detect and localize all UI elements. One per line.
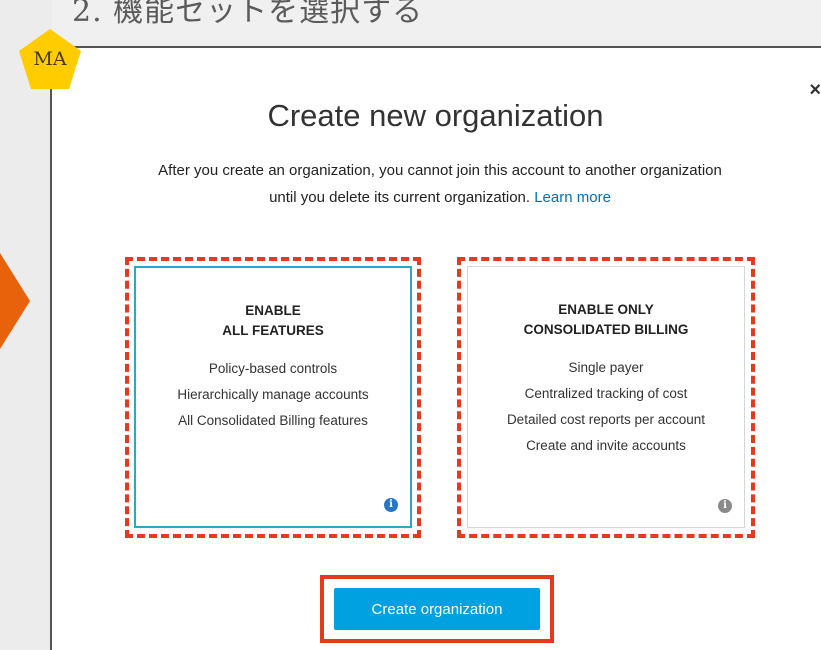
create-organization-button[interactable]: Create organization (334, 588, 540, 630)
ma-badge: MA (17, 27, 83, 91)
option-card-consolidated-billing[interactable]: ENABLE ONLY CONSOLIDATED BILLING Single … (467, 266, 745, 528)
list-item: Hierarchically manage accounts (177, 387, 369, 402)
list-item: All Consolidated Billing features (178, 413, 368, 428)
info-icon[interactable]: i (718, 499, 732, 513)
info-icon[interactable]: i (384, 498, 398, 512)
dialog-title: Create new organization (267, 98, 604, 133)
badge-label: MA (33, 48, 67, 70)
card-heading-line-1: ENABLE (245, 303, 301, 318)
option-card-all-features[interactable]: ENABLE ALL FEATURES Policy-based control… (134, 266, 412, 528)
list-item: Single payer (568, 360, 644, 375)
dialog-description: After you create an organization, you ca… (80, 157, 800, 211)
description-line-2: until you delete its current organizatio… (269, 189, 531, 206)
card-heading: ENABLE ALL FEATURES (136, 301, 410, 341)
arrow-right-icon (0, 253, 30, 349)
card-feature-list: Single payer Centralized tracking of cos… (468, 355, 744, 459)
close-icon[interactable]: × (809, 80, 821, 100)
step-title: 2. 機能セットを選択する (72, 0, 424, 29)
list-item: Detailed cost reports per account (506, 412, 706, 427)
list-item: Policy-based controls (208, 361, 338, 376)
card-heading-line-2: ALL FEATURES (222, 323, 324, 338)
card-feature-list: Policy-based controls Hierarchically man… (136, 356, 410, 434)
description-line-1: After you create an organization, you ca… (158, 162, 722, 179)
list-item: Create and invite accounts (526, 438, 686, 453)
learn-more-link[interactable]: Learn more (534, 189, 611, 206)
card-heading-line-2: CONSOLIDATED BILLING (523, 322, 689, 337)
list-item: Centralized tracking of cost (524, 386, 688, 401)
card-heading: ENABLE ONLY CONSOLIDATED BILLING (468, 300, 744, 340)
card-heading-line-1: ENABLE ONLY (558, 302, 654, 317)
